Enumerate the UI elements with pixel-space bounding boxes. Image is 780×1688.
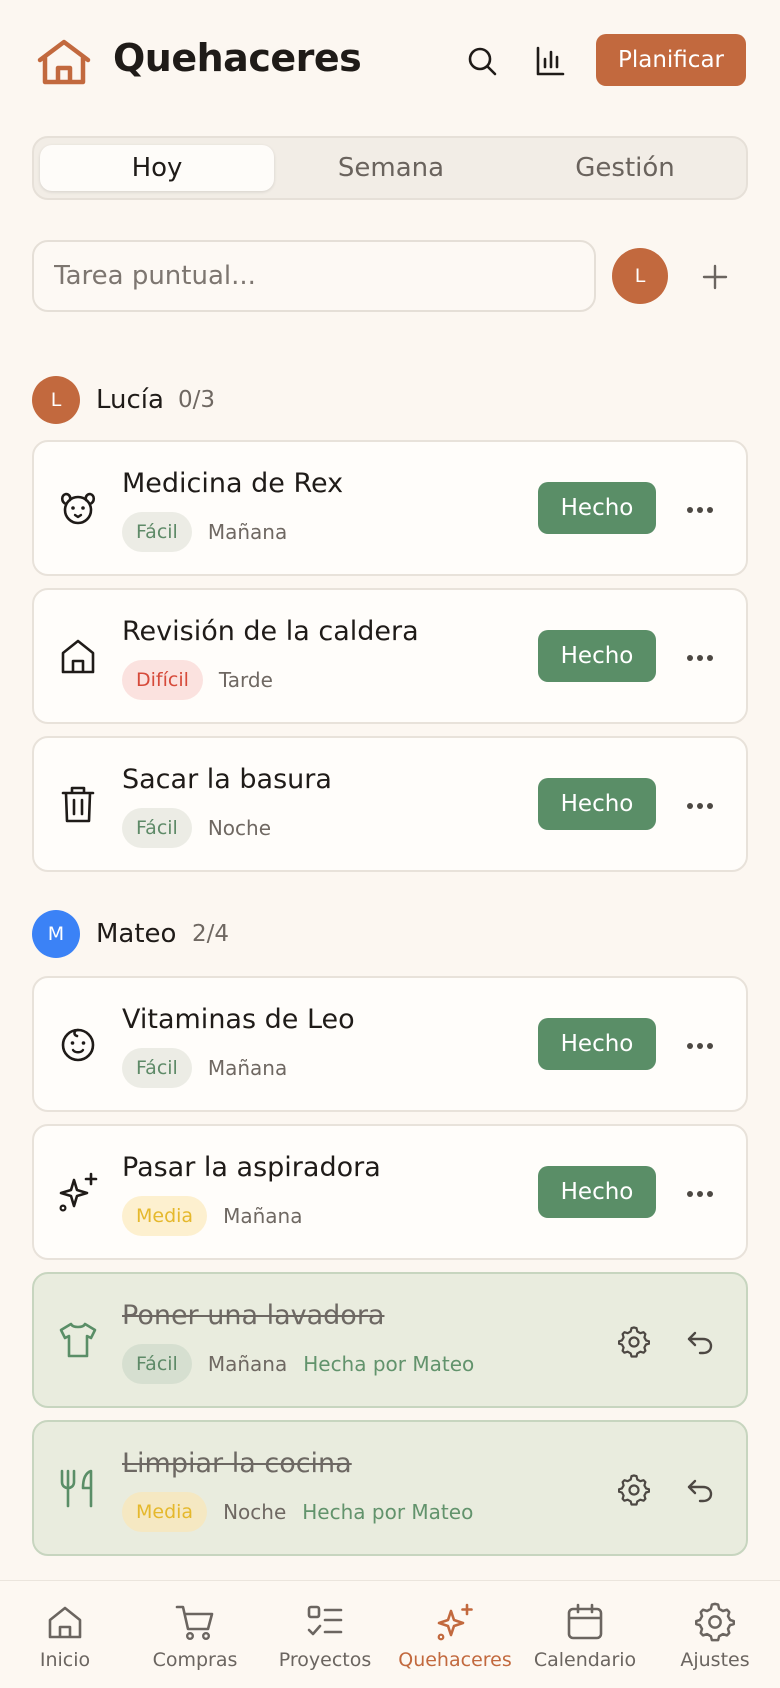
home-icon <box>56 634 100 678</box>
task-title: Sacar la basura <box>122 764 332 795</box>
section-header-mateo: M Mateo 2/4 <box>32 910 748 958</box>
search-icon[interactable] <box>459 38 505 84</box>
task-card[interactable]: Sacar la basura Fácil Noche Hecho <box>32 736 748 872</box>
member-name: Lucía <box>96 385 164 415</box>
sparkles-icon <box>434 1599 476 1645</box>
list-check-icon <box>305 1599 345 1645</box>
home-logo-icon <box>34 34 94 90</box>
task-card[interactable]: Pasar la aspiradora Media Mañana Hecho <box>32 1124 748 1260</box>
bar-chart-icon[interactable] <box>527 38 573 84</box>
page-title: Quehaceres <box>113 36 362 80</box>
avatar: M <box>32 910 80 958</box>
app-header: Quehaceres Planificar <box>0 0 780 120</box>
task-meta: Fácil Mañana Hecha por Mateo <box>122 1344 474 1384</box>
dog-icon <box>56 486 100 530</box>
task-meta: Fácil Mañana <box>122 512 287 552</box>
sparkles-icon <box>56 1170 100 1214</box>
task-time: Mañana <box>207 1352 288 1376</box>
task-time: Tarde <box>218 668 273 692</box>
done-button[interactable]: Hecho <box>538 778 656 830</box>
task-meta: Fácil Noche <box>122 808 271 848</box>
done-button[interactable]: Hecho <box>538 630 656 682</box>
nav-item-proyectos[interactable]: Proyectos <box>260 1581 390 1688</box>
assignee-avatar[interactable]: L <box>612 248 668 304</box>
done-button[interactable]: Hecho <box>538 482 656 534</box>
trash-icon <box>56 782 100 826</box>
nav-item-calendario[interactable]: Calendario <box>520 1581 650 1688</box>
utensils-icon <box>56 1466 100 1510</box>
plus-icon <box>702 264 728 290</box>
task-card-done[interactable]: Limpiar la cocina Media Noche Hecha por … <box>32 1420 748 1556</box>
plan-button[interactable]: Planificar <box>596 34 746 86</box>
nav-label: Inicio <box>39 1649 91 1671</box>
shirt-icon <box>56 1318 100 1362</box>
nav-label: Ajustes <box>680 1649 750 1671</box>
member-name: Mateo <box>96 919 177 949</box>
done-button[interactable]: Hecho <box>538 1166 656 1218</box>
task-title: Pasar la aspiradora <box>122 1152 381 1183</box>
nav-label: Proyectos <box>278 1649 372 1671</box>
task-count: 0/3 <box>178 387 216 413</box>
task-meta: Media Mañana <box>122 1196 302 1236</box>
task-time: Mañana <box>207 1056 288 1080</box>
home-icon <box>45 1599 85 1645</box>
nav-label: Quehaceres <box>398 1649 512 1671</box>
bottom-navigation: Inicio Compras Proyectos Quehaceres Cale… <box>0 1580 780 1688</box>
task-card-done[interactable]: Poner una lavadora Fácil Mañana Hecha po… <box>32 1272 748 1408</box>
more-options-icon[interactable] <box>680 490 720 530</box>
calendar-icon <box>565 1599 605 1645</box>
tab-gestion[interactable]: Gestión <box>508 145 742 191</box>
task-count: 2/4 <box>192 921 230 947</box>
task-time: Noche <box>207 816 272 840</box>
difficulty-badge: Fácil <box>122 512 192 552</box>
section-header-lucia: L Lucía 0/3 <box>32 376 748 424</box>
undo-icon[interactable] <box>678 1468 722 1512</box>
task-time: Mañana <box>207 520 288 544</box>
task-title: Poner una lavadora <box>122 1300 385 1331</box>
tab-semana[interactable]: Semana <box>274 145 508 191</box>
task-meta: Media Noche Hecha por Mateo <box>122 1492 473 1532</box>
gear-icon[interactable] <box>612 1320 656 1364</box>
task-card[interactable]: Revisión de la caldera Difícil Tarde Hec… <box>32 588 748 724</box>
nav-item-ajustes[interactable]: Ajustes <box>650 1581 780 1688</box>
baby-icon <box>56 1022 100 1066</box>
more-options-icon[interactable] <box>680 786 720 826</box>
task-time: Mañana <box>223 1204 303 1228</box>
nav-label: Calendario <box>533 1649 637 1671</box>
add-task-button[interactable] <box>690 252 740 302</box>
nav-label: Compras <box>152 1649 238 1671</box>
cart-icon <box>174 1599 216 1645</box>
difficulty-badge: Media <box>122 1492 208 1532</box>
done-by-label: Hecha por Mateo <box>303 1352 475 1376</box>
difficulty-badge: Fácil <box>122 808 192 848</box>
gear-icon[interactable] <box>612 1468 656 1512</box>
done-by-label: Hecha por Mateo <box>302 1500 474 1524</box>
task-title: Revisión de la caldera <box>122 616 419 647</box>
nav-item-quehaceres[interactable]: Quehaceres <box>390 1581 520 1688</box>
difficulty-badge: Fácil <box>122 1048 192 1088</box>
nav-item-compras[interactable]: Compras <box>130 1581 260 1688</box>
view-tabs: Hoy Semana Gestión <box>32 136 748 200</box>
task-time: Noche <box>223 1500 287 1524</box>
task-title: Medicina de Rex <box>122 468 344 499</box>
quick-task-input[interactable] <box>32 240 596 312</box>
task-meta: Difícil Tarde <box>122 660 273 700</box>
more-options-icon[interactable] <box>680 638 720 678</box>
task-card[interactable]: Medicina de Rex Fácil Mañana Hecho <box>32 440 748 576</box>
avatar: L <box>32 376 80 424</box>
difficulty-badge: Difícil <box>122 660 203 700</box>
done-button[interactable]: Hecho <box>538 1018 656 1070</box>
undo-icon[interactable] <box>678 1320 722 1364</box>
task-meta: Fácil Mañana <box>122 1048 287 1088</box>
difficulty-badge: Media <box>122 1196 208 1236</box>
tab-hoy[interactable]: Hoy <box>40 145 274 191</box>
more-options-icon[interactable] <box>680 1026 720 1066</box>
task-card[interactable]: Vitaminas de Leo Fácil Mañana Hecho <box>32 976 748 1112</box>
task-title: Vitaminas de Leo <box>122 1004 355 1035</box>
nav-item-inicio[interactable]: Inicio <box>0 1581 130 1688</box>
difficulty-badge: Fácil <box>122 1344 192 1384</box>
more-options-icon[interactable] <box>680 1174 720 1214</box>
task-title: Limpiar la cocina <box>122 1448 352 1479</box>
gear-icon <box>695 1599 735 1645</box>
